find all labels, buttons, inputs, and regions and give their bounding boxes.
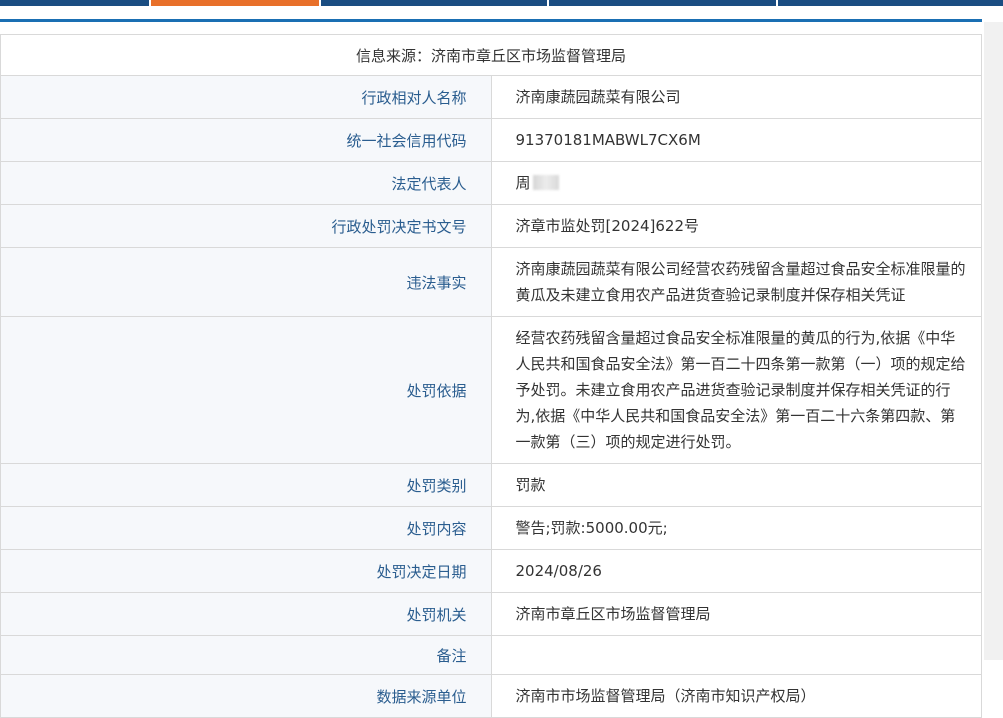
field-value: 济章市监处罚[2024]622号 [490, 204, 982, 248]
table-row: 违法事实 济南康蔬园蔬菜有限公司经营农药残留含量超过食品安全标准限量的黄瓜及未建… [0, 247, 982, 317]
table-row: 处罚依据 经营农药残留含量超过食品安全标准限量的黄瓜的行为,依据《中华人民共和国… [0, 316, 982, 464]
field-label: 处罚机关 [0, 592, 492, 636]
field-label: 违法事实 [0, 247, 492, 317]
table-row: 数据来源单位 济南市市场监督管理局（济南市知识产权局） [0, 674, 982, 718]
redacted-name [532, 175, 559, 190]
field-label: 备注 [0, 635, 492, 675]
field-value: 济南市章丘区市场监督管理局 [490, 592, 982, 636]
field-label: 行政相对人名称 [0, 75, 492, 119]
active-nav-tab-indicator [151, 0, 319, 6]
legal-representative-value: 周 [490, 161, 982, 205]
penalty-info-table: 信息来源：济南市章丘区市场监督管理局 行政相对人名称 济南康蔬园蔬菜有限公司 统… [0, 34, 982, 718]
page-scrollbar[interactable] [984, 22, 1003, 660]
info-source: 信息来源：济南市章丘区市场监督管理局 [0, 34, 982, 76]
table-row: 统一社会信用代码 91370181MABWL7CX6M [0, 118, 982, 162]
field-value: 经营农药残留含量超过食品安全标准限量的黄瓜的行为,依据《中华人民共和国食品安全法… [490, 316, 982, 464]
field-value: 罚款 [490, 463, 982, 507]
field-value: 警告;罚款:5000.00元; [490, 506, 982, 550]
field-label: 处罚类别 [0, 463, 492, 507]
nav-separator [319, 0, 321, 6]
field-value [490, 635, 982, 675]
field-value: 济南康蔬园蔬菜有限公司经营农药残留含量超过食品安全标准限量的黄瓜及未建立食用农产… [490, 247, 982, 317]
field-label: 处罚决定日期 [0, 549, 492, 593]
field-label: 统一社会信用代码 [0, 118, 492, 162]
table-row: 行政相对人名称 济南康蔬园蔬菜有限公司 [0, 75, 982, 119]
field-label: 处罚内容 [0, 506, 492, 550]
table-row: 行政处罚决定书文号 济章市监处罚[2024]622号 [0, 204, 982, 248]
field-label: 数据来源单位 [0, 674, 492, 718]
field-value: 周 [515, 174, 531, 192]
field-value: 济南康蔬园蔬菜有限公司 [490, 75, 982, 119]
field-value: 济南市市场监督管理局（济南市知识产权局） [490, 674, 982, 718]
field-label: 法定代表人 [0, 161, 492, 205]
field-value: 2024/08/26 [490, 549, 982, 593]
table-row: 法定代表人 周 [0, 161, 982, 205]
section-divider [0, 19, 982, 22]
nav-separator [776, 0, 778, 6]
table-row: 处罚决定日期 2024/08/26 [0, 549, 982, 593]
field-label: 处罚依据 [0, 316, 492, 464]
table-row: 处罚内容 警告;罚款:5000.00元; [0, 506, 982, 550]
table-row: 备注 [0, 635, 982, 675]
field-label: 行政处罚决定书文号 [0, 204, 492, 248]
nav-separator [149, 0, 151, 6]
field-value: 91370181MABWL7CX6M [490, 118, 982, 162]
table-row: 处罚机关 济南市章丘区市场监督管理局 [0, 592, 982, 636]
nav-separator [547, 0, 549, 6]
table-row: 处罚类别 罚款 [0, 463, 982, 507]
